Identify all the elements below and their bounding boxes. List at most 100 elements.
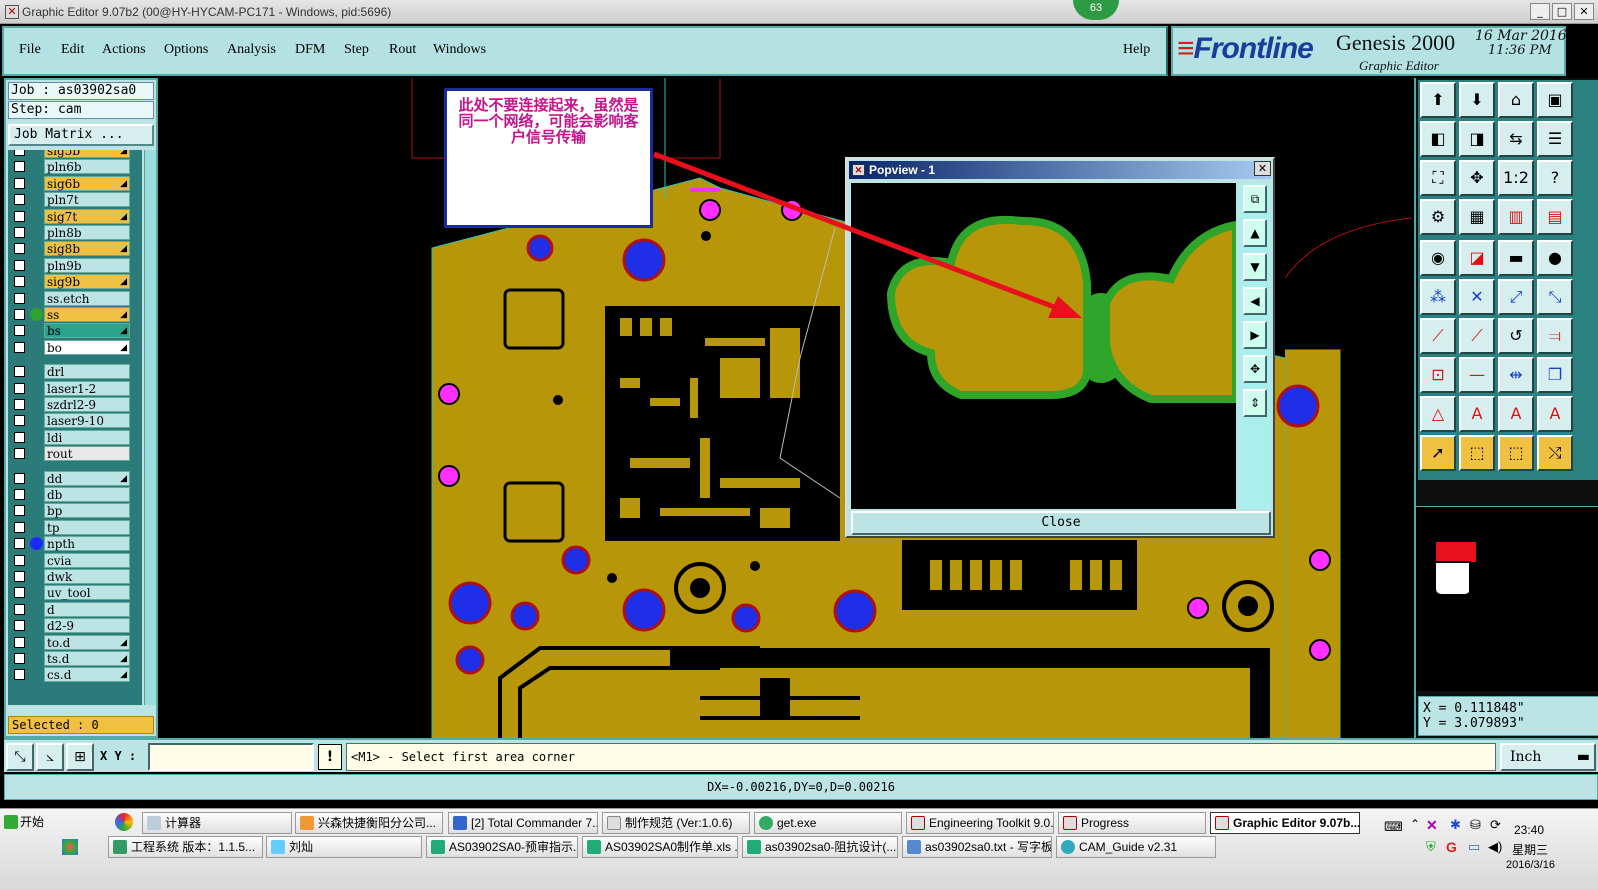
layer-checkbox[interactable]	[14, 415, 25, 427]
layer-checkbox[interactable]	[14, 243, 25, 255]
snap-icon[interactable]: ⤡	[6, 743, 34, 771]
layer-checkbox[interactable]	[14, 669, 25, 681]
text-a2-icon[interactable]: A	[1498, 396, 1534, 432]
menu-analysis[interactable]: Analysis	[227, 42, 276, 58]
layer-name[interactable]: pln6b	[44, 159, 130, 175]
popview-canvas[interactable]	[851, 183, 1236, 509]
copy-icon[interactable]: ❐	[1537, 357, 1573, 393]
layer-checkbox[interactable]	[14, 177, 25, 189]
close-button[interactable]: ✕	[1574, 3, 1594, 20]
task-engineering-toolkit[interactable]: Engineering Toolkit 9.0...	[906, 812, 1054, 834]
xy-input[interactable]	[148, 743, 314, 771]
layer-checkbox[interactable]	[14, 505, 25, 517]
layer-row[interactable]: ss ◢	[8, 307, 142, 322]
layer-name[interactable]: d2-9	[44, 618, 130, 634]
node-icon[interactable]: ⊡	[1420, 357, 1456, 393]
layer-row[interactable]: sig9b ◢	[8, 274, 142, 290]
shield-icon[interactable]: ⛨	[1426, 839, 1436, 855]
triangle-icon[interactable]: △	[1420, 396, 1456, 432]
layer-row[interactable]: d2-9	[8, 618, 142, 634]
layer-row[interactable]: ss.etch	[8, 290, 142, 306]
connect-icon[interactable]: ⁂	[1420, 279, 1456, 315]
layer-row[interactable]: pln8b	[8, 225, 142, 240]
layer-name[interactable]: db	[44, 487, 130, 502]
arc-icon[interactable]: ↺	[1498, 318, 1534, 354]
minus-icon[interactable]: —	[1459, 357, 1495, 393]
monitor-icon[interactable]: ▭	[1468, 839, 1480, 855]
layer-row[interactable]: npth	[8, 536, 142, 552]
units-select[interactable]: Inch ▬	[1500, 743, 1596, 771]
task-total-commander[interactable]: [2] Total Commander 7....	[448, 812, 598, 834]
layer-name[interactable]: pln9b	[44, 257, 130, 273]
layer-row[interactable]: tp	[8, 519, 142, 535]
menu-dfm[interactable]: DFM	[295, 42, 325, 58]
layer-name[interactable]: npth	[44, 536, 130, 552]
layer-row[interactable]: rout	[8, 446, 142, 462]
keyboard-icon[interactable]: ⌨	[1384, 819, 1403, 835]
slash-icon[interactable]: ⟋	[1420, 318, 1456, 354]
select-box-icon[interactable]: ⬚	[1459, 435, 1495, 471]
clock-time[interactable]: 23:40	[1514, 823, 1544, 837]
layer-checkbox[interactable]	[14, 227, 25, 238]
layer-row[interactable]: pln6b	[8, 159, 142, 175]
menu-edit[interactable]: Edit	[61, 42, 84, 58]
dimension-icon[interactable]: ⇹	[1498, 357, 1534, 393]
layer-name[interactable]: drl	[44, 364, 130, 380]
text-a3-icon[interactable]: A	[1537, 396, 1573, 432]
grid-icon[interactable]: ▦	[1459, 199, 1495, 235]
layer-row[interactable]: sig5b ◢	[8, 150, 142, 158]
tray-x-icon[interactable]: ✕	[1426, 817, 1438, 834]
task-excel-2[interactable]: AS03902SA0制作单.xls ...	[582, 836, 738, 858]
menu-step[interactable]: Step	[344, 42, 369, 58]
menu-file[interactable]: File	[19, 42, 41, 58]
popview-pan-left-icon[interactable]: ◀	[1243, 287, 1267, 315]
layer-checkbox[interactable]	[14, 620, 25, 632]
layer-checkbox[interactable]	[14, 292, 25, 304]
layer-checkbox[interactable]	[14, 431, 25, 443]
layer-checkbox[interactable]	[14, 210, 25, 222]
layer-row[interactable]: szdrl2-9	[8, 397, 142, 412]
layer-checkbox[interactable]	[14, 521, 25, 533]
text-a-icon[interactable]: A	[1459, 396, 1495, 432]
layer-name[interactable]: rout	[44, 446, 130, 462]
task-browser[interactable]: 兴森快捷衡阳分公司...	[295, 812, 443, 834]
layer-checkbox[interactable]	[14, 399, 25, 410]
layer-row[interactable]: bo ◢	[8, 339, 142, 355]
task-graphic-editor[interactable]: Graphic Editor 9.07b...	[1210, 812, 1360, 834]
layer-checkbox[interactable]	[14, 366, 25, 378]
layer-name[interactable]: bs ◢	[44, 323, 130, 339]
layer-row[interactable]: laser1-2	[8, 380, 142, 396]
layer-row[interactable]: ts.d ◢	[8, 651, 142, 666]
snap-angle-icon[interactable]: ⦣	[36, 743, 64, 771]
layer-checkbox[interactable]	[14, 571, 25, 582]
window-icon[interactable]: ▣	[1537, 82, 1573, 118]
task-engineering-system[interactable]: 工程系统 版本：1.1.5...	[108, 836, 263, 858]
popview-pan-up-icon[interactable]: ▲	[1243, 219, 1267, 247]
chrome-icon[interactable]	[115, 813, 133, 831]
layer-checkbox[interactable]	[14, 309, 25, 320]
layer-name[interactable]: pln7t	[44, 192, 130, 208]
select-net-icon[interactable]: ⤭	[1537, 435, 1573, 471]
layer-row[interactable]: sig6b ◢	[8, 175, 142, 191]
zoom-down-icon[interactable]: ⬇	[1459, 82, 1495, 118]
layer-name[interactable]: sig7t ◢	[44, 208, 130, 224]
layer-checkbox[interactable]	[14, 259, 25, 271]
layer-row[interactable]: db	[8, 487, 142, 502]
layer-checkbox[interactable]	[14, 194, 25, 206]
tray-expand-icon[interactable]: ⌃	[1410, 817, 1420, 831]
fork-icon[interactable]: ⫤	[1537, 318, 1573, 354]
pad-icon[interactable]: ◉	[1420, 240, 1456, 276]
layer-row[interactable]: pln7t	[8, 192, 142, 208]
popview-close-icon[interactable]: ✕	[1254, 161, 1271, 176]
fit-icon[interactable]: ⛶	[1420, 160, 1456, 196]
circle-icon[interactable]: ●	[1537, 240, 1573, 276]
layer-row[interactable]: cvia	[8, 552, 142, 568]
layer-checkbox[interactable]	[14, 150, 25, 156]
layers-blue-icon[interactable]: ▤	[1537, 199, 1573, 235]
layer-name[interactable]: ts.d ◢	[44, 651, 130, 666]
layer-checkbox[interactable]	[14, 538, 25, 550]
popview-close-button[interactable]: Close	[851, 511, 1271, 535]
pan-left-icon[interactable]: ◧	[1420, 121, 1456, 157]
ruler-icon[interactable]: ▬	[1498, 240, 1534, 276]
sync-icon[interactable]: ⟳	[1490, 817, 1501, 833]
